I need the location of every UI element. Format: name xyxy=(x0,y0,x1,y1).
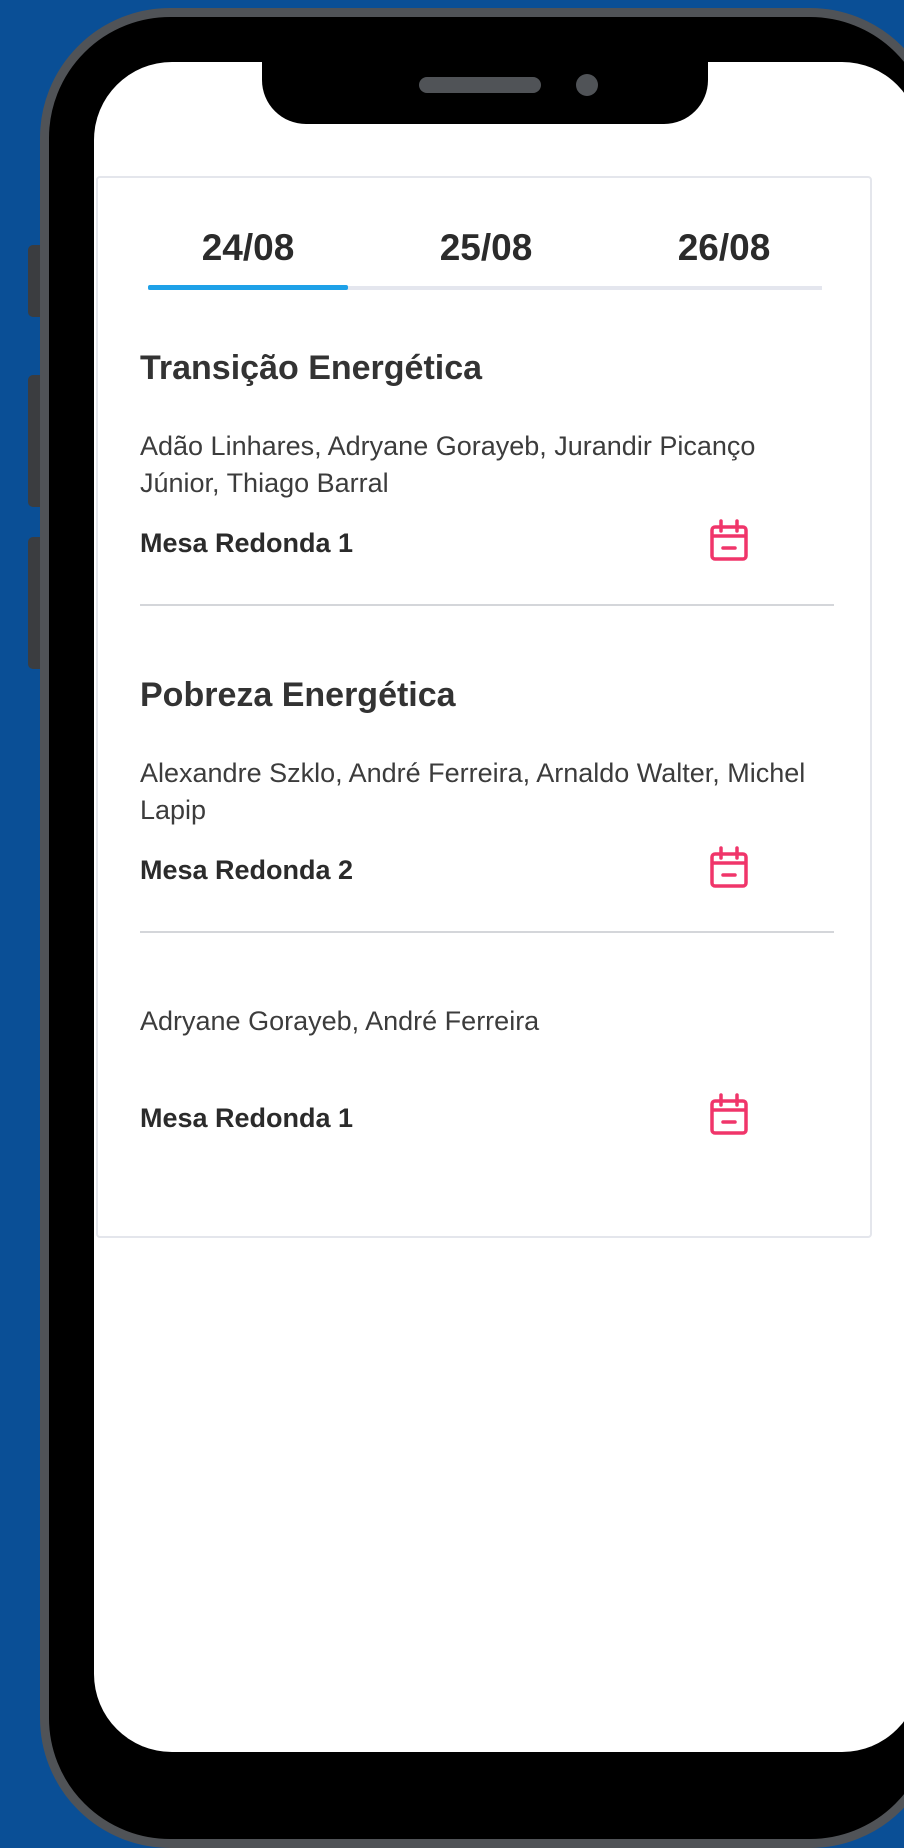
session-title: Transição Energética xyxy=(140,349,483,387)
phone-notch xyxy=(262,62,708,124)
active-tab-indicator xyxy=(148,285,348,290)
phone-screen: 24/08 25/08 26/08 Transição Energética A… xyxy=(94,62,904,1752)
session-item: Pobreza Energética Alexandre Szklo, Andr… xyxy=(140,675,834,933)
session-item: Transição Energética Adão Linhares, Adry… xyxy=(140,348,834,606)
session-speakers: Alexandre Szklo, André Ferreira, Arnaldo… xyxy=(140,758,806,825)
calendar-icon[interactable] xyxy=(710,1093,748,1135)
date-tabs: 24/08 25/08 26/08 xyxy=(148,218,822,292)
tab-25-08[interactable]: 25/08 xyxy=(386,218,586,288)
session-type: Mesa Redonda 2 xyxy=(140,855,354,885)
speaker-grille xyxy=(419,77,541,93)
schedule-card: 24/08 25/08 26/08 Transição Energética A… xyxy=(96,176,872,1238)
session-type: Mesa Redonda 1 xyxy=(140,1103,354,1133)
tab-26-08[interactable]: 26/08 xyxy=(624,218,824,288)
session-type: Mesa Redonda 1 xyxy=(140,528,354,558)
tab-24-08[interactable]: 24/08 xyxy=(148,218,348,288)
calendar-icon[interactable] xyxy=(710,846,748,888)
front-camera xyxy=(576,74,598,96)
calendar-icon[interactable] xyxy=(710,519,748,561)
session-speakers: Adryane Gorayeb, André Ferreira xyxy=(140,1006,540,1036)
session-divider xyxy=(140,604,834,606)
session-divider xyxy=(140,931,834,933)
session-title: Pobreza Energética xyxy=(140,676,456,714)
session-speakers: Adão Linhares, Adryane Gorayeb, Jurandir… xyxy=(140,431,756,498)
